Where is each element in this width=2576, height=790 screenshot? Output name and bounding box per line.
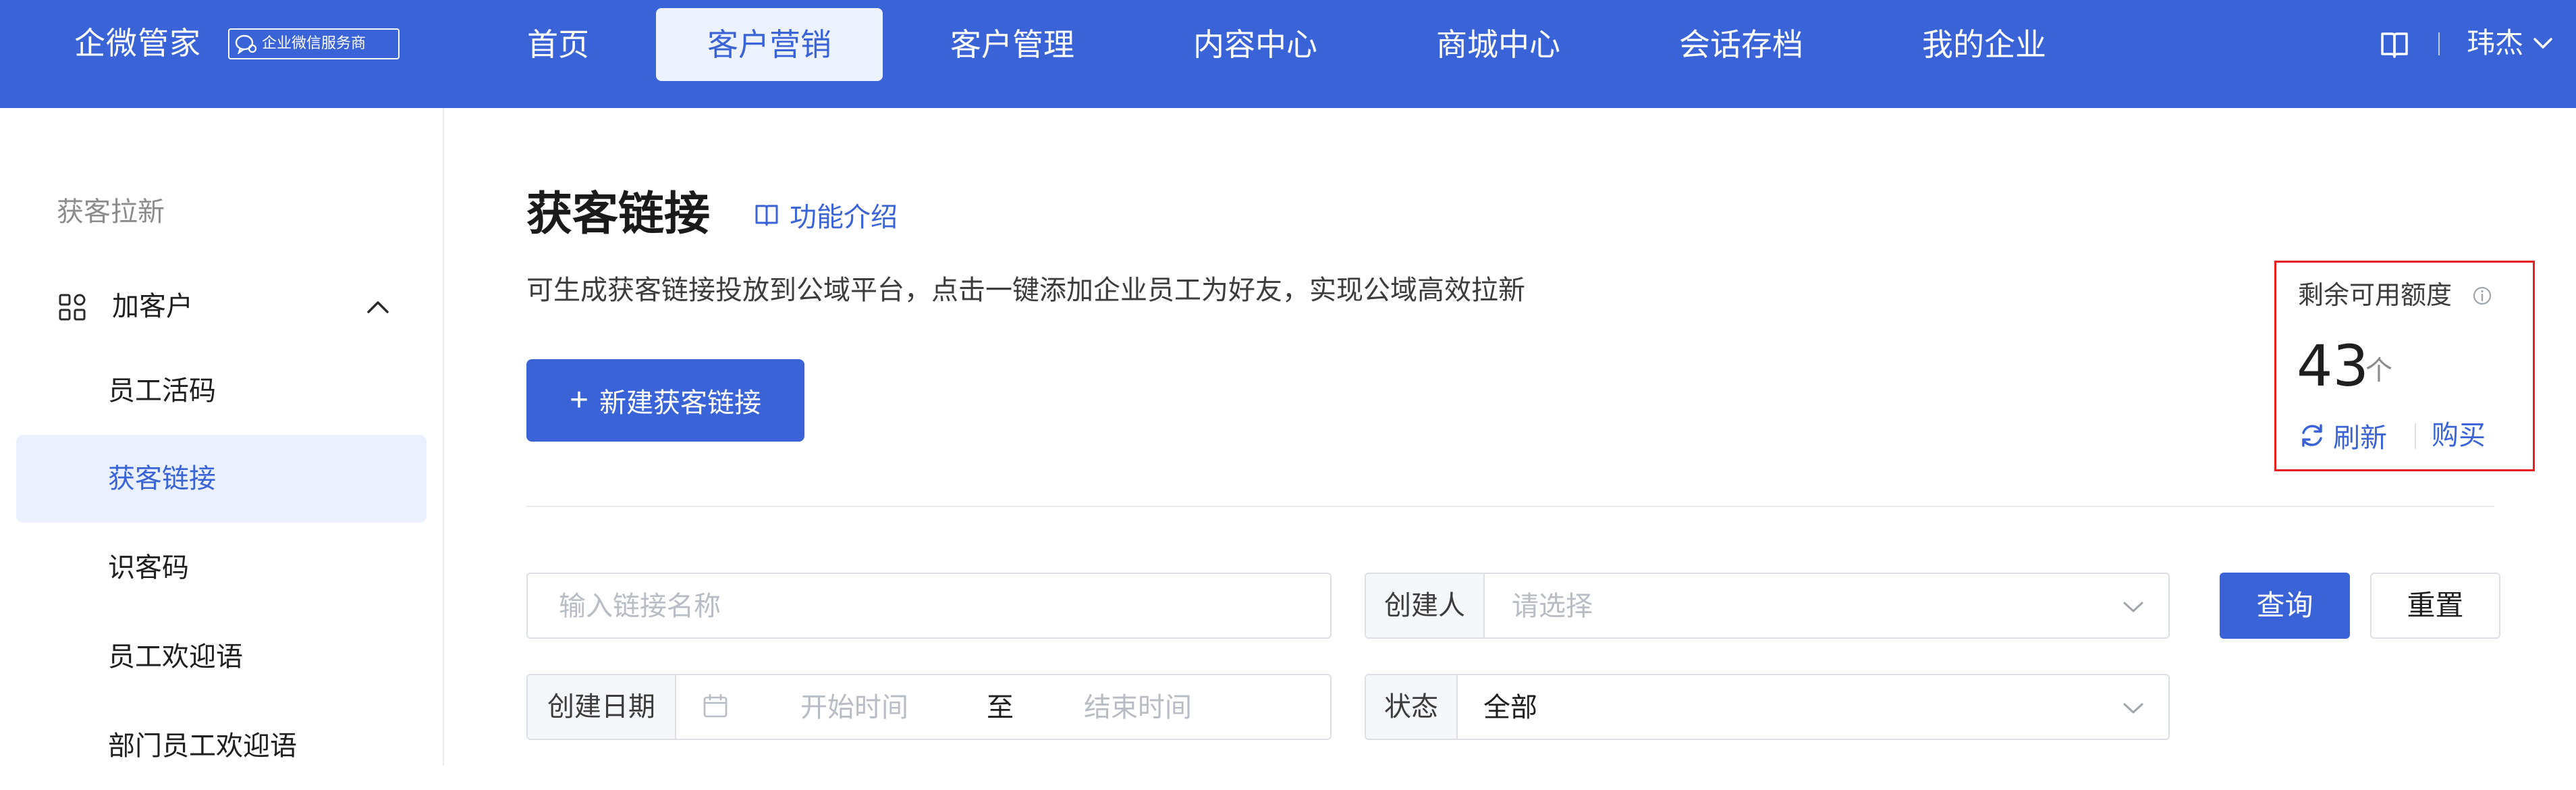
sidebar-item-label: 识客码 [108, 552, 189, 583]
sidebar-item-staff-live-code[interactable]: 员工活码 [16, 347, 427, 435]
page-title: 获客链接 [526, 188, 711, 241]
nav-customer-management[interactable]: 客户管理 [931, 8, 1093, 81]
nav-session-archive[interactable]: 会话存档 [1660, 8, 1822, 81]
wecom-logo-icon [235, 34, 257, 54]
brand-name: 企微管家 [74, 25, 201, 61]
new-acquisition-link-button[interactable]: + 新建获客链接 [526, 359, 804, 442]
chevron-down-icon [2123, 703, 2143, 714]
page-description: 可生成获客链接投放到公域平台，点击一键添加企业员工为好友，实现公域高效拉新 [526, 275, 1525, 306]
nav-content-center[interactable]: 内容中心 [1174, 8, 1336, 81]
badge-text: 企业微信服务商 [262, 35, 366, 52]
buy-link[interactable]: 购买 [2432, 417, 2486, 454]
sidebar-item-customer-code[interactable]: 识客码 [16, 524, 427, 612]
link-name-placeholder: 输入链接名称 [559, 591, 721, 622]
refresh-label: 刷新 [2333, 423, 2387, 454]
sidebar-item-label: 员工活码 [108, 375, 216, 406]
quota-divider [2415, 423, 2416, 449]
quota-label: 剩余可用额度 [2298, 280, 2452, 310]
feature-intro-link[interactable]: 功能介绍 [753, 196, 898, 234]
status-select[interactable]: 状态 全部 [1365, 674, 2170, 740]
status-label: 状态 [1366, 675, 1458, 739]
sidebar: 获客拉新 加客户 员工活码 获客链接 识客码 员工欢迎语 部门员工欢迎语 [0, 108, 444, 766]
section-divider [526, 506, 2494, 507]
wecom-provider-badge: 企业微信服务商 [228, 28, 400, 59]
creator-label: 创建人 [1366, 574, 1485, 637]
nav-my-enterprise[interactable]: 我的企业 [1903, 8, 2065, 81]
sidebar-group-title: 获客拉新 [57, 196, 165, 228]
sidebar-item-label: 部门员工欢迎语 [108, 731, 297, 762]
status-value: 全部 [1483, 692, 1537, 723]
end-date-placeholder: 结束时间 [1084, 692, 1192, 723]
chevron-up-icon[interactable] [364, 298, 391, 316]
feature-intro-label: 功能介绍 [790, 202, 898, 233]
refresh-button[interactable]: 刷新 [2298, 417, 2387, 454]
user-name[interactable]: 玮杰 [2467, 23, 2523, 63]
creator-placeholder: 请选择 [1512, 591, 1593, 622]
nav-customer-marketing[interactable]: 客户营销 [656, 8, 883, 81]
link-name-input[interactable]: 输入链接名称 [526, 573, 1332, 639]
quota-panel: 剩余可用额度 43 个 刷新 购买 [2274, 261, 2535, 471]
sidebar-parent-add-customer[interactable]: 加客户 [0, 281, 443, 332]
date-range-separator: 至 [987, 692, 1014, 723]
top-divider [2438, 32, 2440, 55]
grid-apps-icon [59, 294, 86, 321]
nav-home[interactable]: 首页 [508, 8, 609, 81]
calendar-icon [703, 693, 728, 718]
creator-select[interactable]: 创建人 请选择 [1365, 573, 2170, 639]
book-icon [755, 205, 778, 226]
sidebar-item-dept-staff-welcome[interactable]: 部门员工欢迎语 [16, 702, 427, 790]
quota-unit: 个 [2365, 355, 2392, 386]
create-date-range[interactable]: 创建日期 开始时间 至 结束时间 [526, 674, 1332, 740]
sidebar-parent-label: 加客户 [112, 291, 193, 322]
sidebar-item-staff-welcome[interactable]: 员工欢迎语 [16, 613, 427, 701]
reset-button[interactable]: 重置 [2370, 573, 2500, 639]
info-icon[interactable] [2472, 286, 2492, 306]
top-nav-bar: 企微管家 企业微信服务商 首页 客户营销 客户管理 内容中心 商城中心 会话存档… [0, 0, 2576, 108]
chevron-down-icon[interactable] [2531, 34, 2555, 53]
sidebar-item-label: 获客链接 [108, 463, 216, 494]
query-button[interactable]: 查询 [2220, 573, 2350, 639]
start-date-placeholder: 开始时间 [800, 692, 908, 723]
create-date-label: 创建日期 [528, 675, 676, 739]
quota-value: 43 [2297, 333, 2369, 399]
sidebar-item-label: 员工欢迎语 [108, 641, 243, 673]
help-book-icon[interactable] [2378, 28, 2411, 61]
nav-mall-center[interactable]: 商城中心 [1417, 8, 1579, 81]
refresh-icon [2302, 424, 2322, 447]
sidebar-item-acquisition-link[interactable]: 获客链接 [16, 435, 427, 523]
plus-icon: + [569, 382, 589, 418]
chevron-down-icon [2123, 602, 2143, 612]
new-button-label: 新建获客链接 [599, 388, 762, 418]
